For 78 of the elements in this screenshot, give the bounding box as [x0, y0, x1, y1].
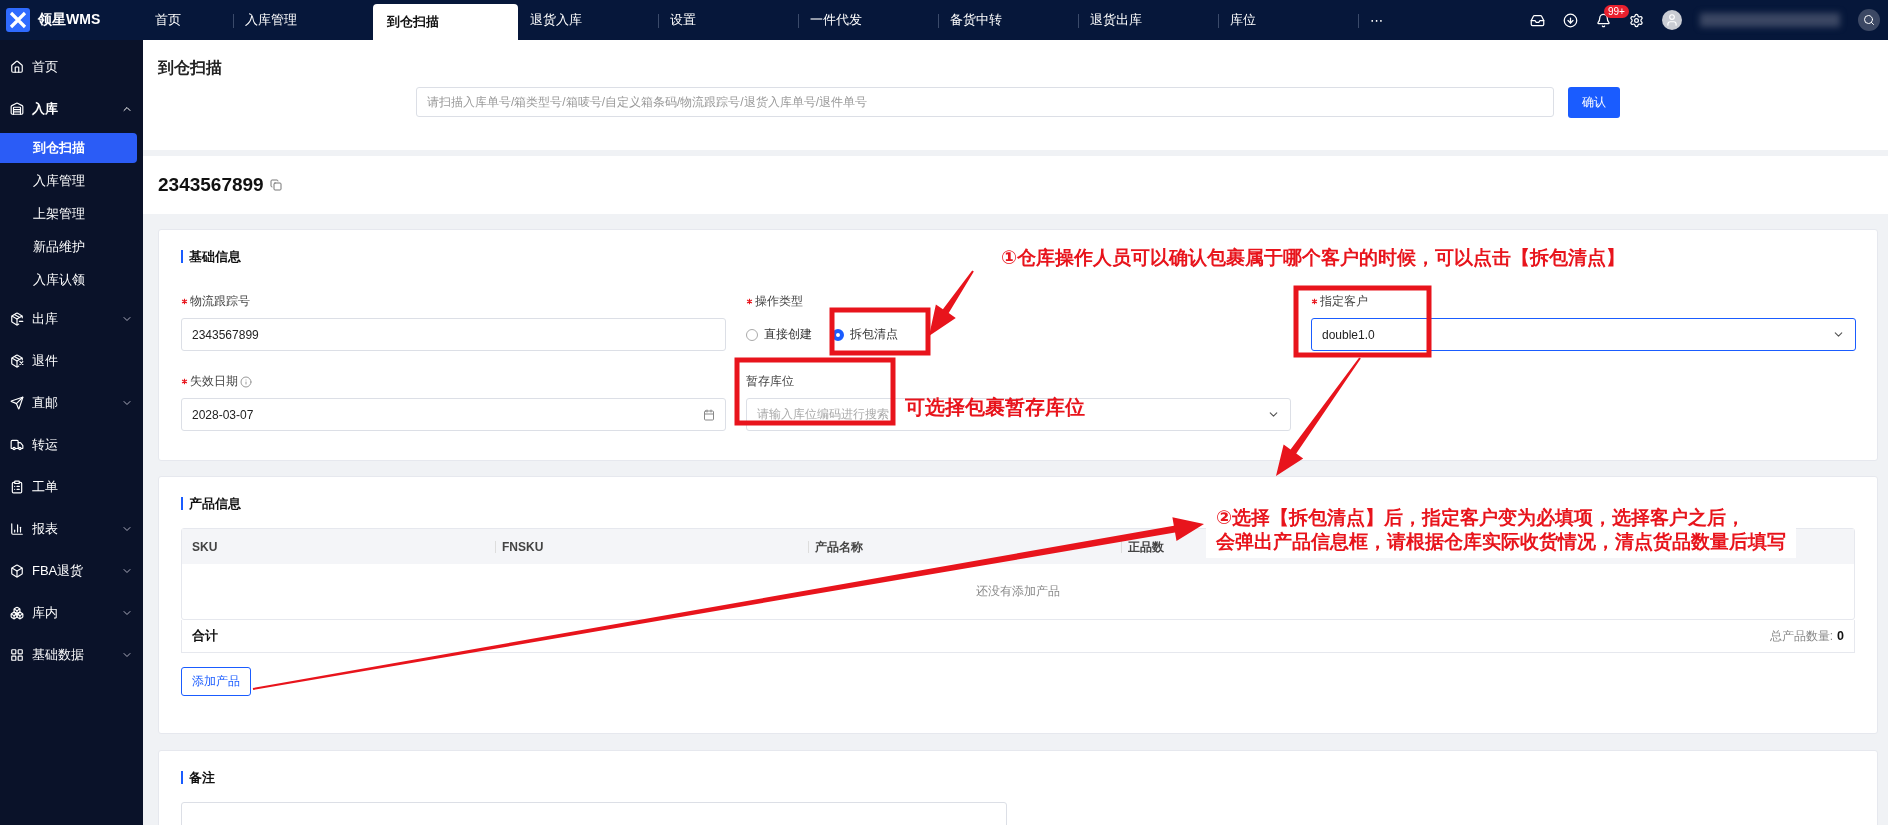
required-icon [746, 298, 753, 305]
copy-icon[interactable] [269, 179, 282, 191]
sidebar-subitem[interactable]: 入库认领 [0, 265, 137, 295]
required-icon [1311, 298, 1318, 305]
field-label: 暂存库位 [746, 373, 794, 390]
empty-message: 还没有添加产品 [976, 583, 1060, 600]
section-title: 备注 [181, 771, 1855, 784]
settings-icon[interactable] [1629, 12, 1644, 28]
sidebar-subitem[interactable]: 到仓扫描 [0, 133, 137, 163]
truck-icon [10, 438, 24, 452]
field-label: 指定客户 [1320, 293, 1368, 310]
sidebar-subitem[interactable]: 新品维护 [0, 232, 137, 262]
annotation-text: ①仓库操作人员可以确认包裹属于哪个客户的时候，可以点击【拆包清点】 [1001, 246, 1626, 270]
total-count: 0 [1837, 629, 1844, 643]
avatar[interactable] [1662, 10, 1682, 30]
search-icon [1863, 14, 1875, 26]
download-icon[interactable] [1563, 12, 1578, 28]
nav-tab[interactable]: 退货出库 [1078, 0, 1218, 40]
nav-tab[interactable]: 设置 [658, 0, 798, 40]
sidebar-item[interactable]: 出库 [0, 298, 143, 340]
sidebar-item[interactable]: FBA退货 [0, 550, 143, 592]
sidebar-subitem[interactable]: 入库管理 [0, 166, 137, 196]
field-label: 操作类型 [755, 293, 803, 310]
radio-option[interactable]: 直接创建 [746, 326, 812, 343]
nav-tab[interactable]: 入库管理 [233, 0, 373, 40]
nav-tab[interactable]: ⋯ [1358, 0, 1398, 40]
nav-tab[interactable]: 一件代发 [798, 0, 938, 40]
total-label: 合计 [192, 627, 218, 645]
boxes-icon [10, 606, 24, 620]
warehouse-icon [10, 102, 24, 116]
column-header: FNSKU [495, 540, 808, 553]
logo-icon [6, 8, 30, 32]
total-count-label: 总产品数量: [1769, 627, 1834, 645]
page-title: 到仓扫描 [158, 58, 223, 78]
sidebar-item[interactable]: 基础数据 [0, 634, 143, 676]
date-field[interactable]: 2028-03-07 [181, 398, 726, 431]
annotation-text: 可选择包裹暂存库位 [905, 395, 1085, 419]
add-product-button[interactable]: 添加产品 [181, 667, 251, 696]
logo: 领星WMS [0, 0, 143, 40]
sidebar-item[interactable]: 入库 [0, 88, 143, 130]
confirm-button[interactable]: 确认 [1568, 87, 1620, 118]
send-icon [10, 396, 24, 410]
sidebar-item[interactable]: 退件 [0, 340, 143, 382]
column-header: SKU [191, 540, 219, 553]
sidebar-subitem[interactable]: 上架管理 [0, 199, 137, 229]
radio-option[interactable]: 拆包清点 [832, 326, 898, 343]
sidebar-item[interactable]: 报表 [0, 508, 143, 550]
nav-tab[interactable]: 备货中转 [938, 0, 1078, 40]
sidebar-item[interactable]: 工单 [0, 466, 143, 508]
info-icon [240, 375, 252, 388]
required-icon [181, 378, 188, 385]
input-field[interactable]: 2343567899 [181, 318, 726, 351]
chart-icon [10, 522, 24, 536]
home-icon [10, 60, 24, 74]
nav-tab[interactable]: 退货入库 [518, 0, 658, 40]
field-label: 物流跟踪号 [190, 293, 250, 310]
package-icon [10, 312, 24, 326]
sidebar-item[interactable]: 转运 [0, 424, 143, 466]
grid-icon [10, 648, 24, 662]
nav-tab[interactable]: 首页 [143, 0, 233, 40]
nav-tab[interactable]: 到仓扫描 [373, 4, 518, 40]
scan-input-field[interactable]: 请扫描入库单号/箱类型号/箱唛号/自定义箱条码/物流跟踪号/退货入库单号/退件单号 [416, 87, 1554, 117]
sidebar-item[interactable]: 库内 [0, 592, 143, 634]
arrow [929, 270, 974, 336]
notification-badge: 99+ [1604, 4, 1629, 18]
required-icon [181, 298, 188, 305]
order-number: 2343567899 [158, 174, 264, 196]
package-icon [10, 354, 24, 368]
select-field[interactable]: double1.0 [1311, 318, 1856, 351]
calendar-icon [703, 408, 715, 421]
inbox-icon[interactable] [1530, 12, 1545, 28]
sidebar-item[interactable]: 首页 [0, 46, 143, 88]
sidebar-item[interactable]: 直邮 [0, 382, 143, 424]
search-button[interactable] [1858, 9, 1880, 31]
field-label: 失效日期 [190, 373, 238, 390]
nav-tab[interactable]: 库位 [1218, 0, 1358, 40]
clipboard-icon [10, 480, 24, 494]
box-icon [10, 564, 24, 578]
